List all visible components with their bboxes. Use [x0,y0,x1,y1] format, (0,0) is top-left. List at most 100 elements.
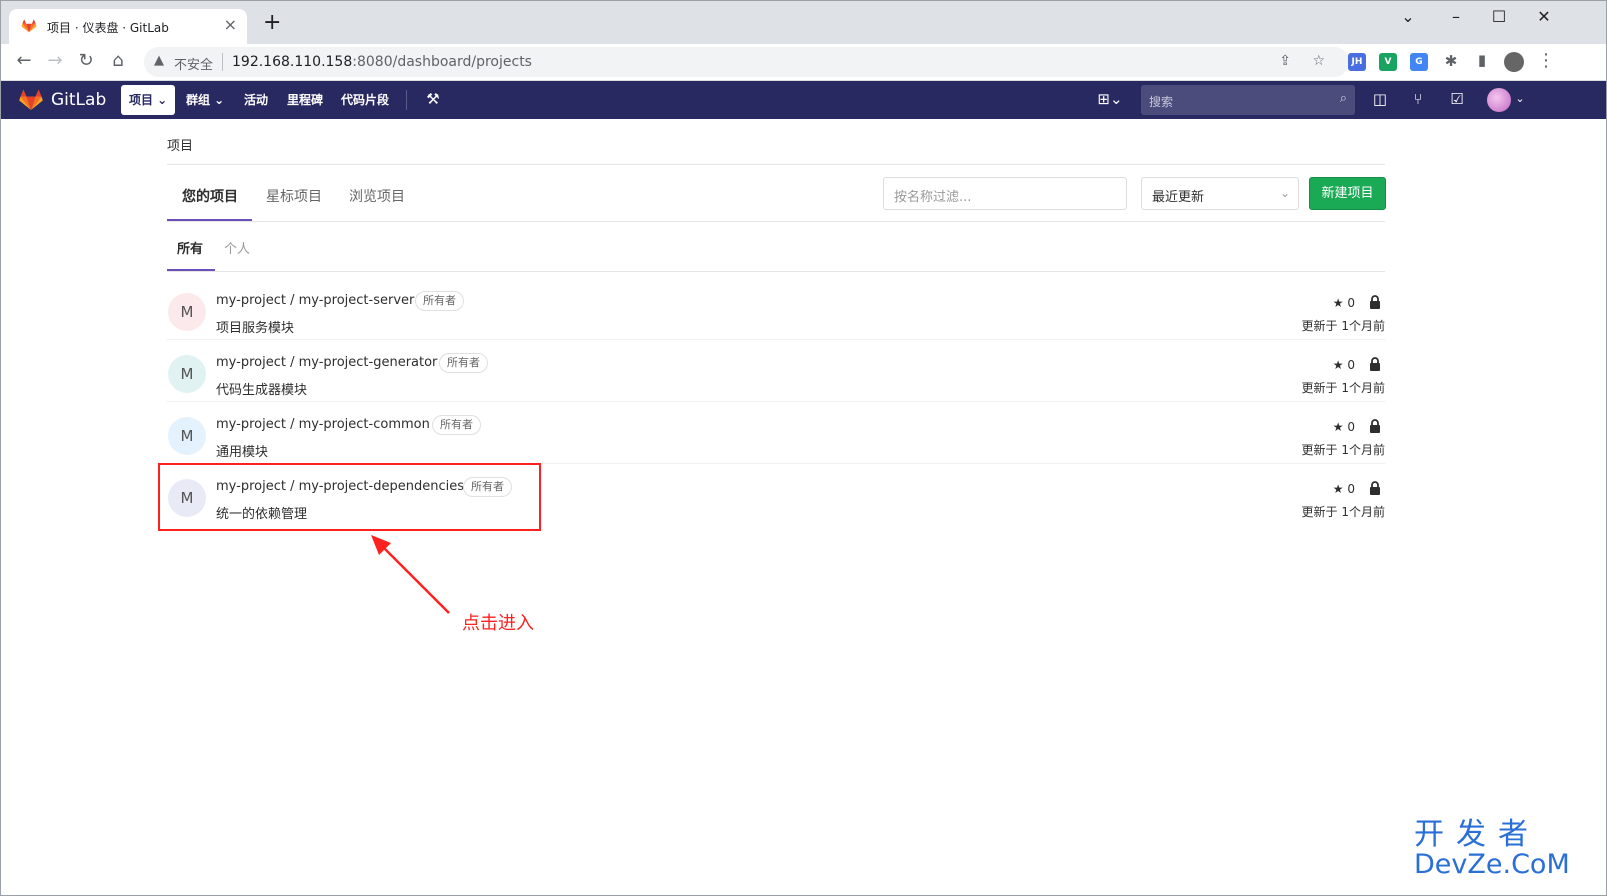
project-row[interactable]: M my-project / my-project-common 所有者 通用模… [167,402,1385,464]
filter-placeholder: 按名称过滤... [894,190,972,205]
star-count-value: 0 [1347,358,1355,372]
browser-toolbar: ← → ↻ ⌂ ▲ 不安全 192.168.110.158:8080/dashb… [1,44,1606,81]
project-name[interactable]: my-project / my-project-server [216,293,414,308]
lock-icon [1370,357,1380,371]
sort-dropdown[interactable]: 最近更新 ⌄ [1141,177,1299,210]
subtab-all[interactable]: 所有 [177,238,203,257]
side-panel-icon[interactable]: ▮ [1469,51,1495,69]
browser-tab[interactable]: 项目 · 仪表盘 · GitLab × [9,9,247,44]
close-window-button[interactable]: ✕ [1529,7,1559,26]
menu-kebab-icon[interactable]: ⋮ [1533,50,1559,71]
new-plus-icon[interactable]: ⊞⌄ [1095,90,1125,108]
nav-snippets[interactable]: 代码片段 [341,81,389,119]
role-badge: 所有者 [415,291,464,311]
star-icon: ★ [1332,482,1344,496]
star-count[interactable]: ★ 0 [1333,482,1355,496]
updated-time: 更新于 1个月前 [1301,443,1385,457]
tab-your-projects[interactable]: 您的项目 [182,186,238,206]
browser-window: 项目 · 仪表盘 · GitLab × + ⌄ – ☐ ✕ ← → ↻ ⌂ ▲ … [0,0,1607,896]
home-icon[interactable]: ⌂ [105,50,131,71]
nav-groups[interactable]: 群组 ⌄ [186,81,224,119]
highlight-box [158,463,541,531]
avatar-chevron-down-icon[interactable]: ⌄ [1510,92,1530,105]
lock-icon [1370,481,1380,495]
url-host: 192.168.110.158 [232,54,353,70]
translate-extension-icon[interactable]: G [1410,53,1428,71]
back-arrow-icon[interactable]: ← [11,50,37,71]
url-path: :8080/dashboard/projects [352,54,532,70]
address-bar[interactable]: ▲ 不安全 192.168.110.158:8080/dashboard/pro… [144,47,1349,77]
watermark-en: DevZe.CoM [1414,849,1570,880]
todos-icon[interactable]: ☑ [1447,90,1467,108]
role-badge: 所有者 [439,353,488,373]
nav-projects[interactable]: 项目 ⌄ [121,85,176,115]
project-row[interactable]: M my-project / my-project-server 所有者 项目服… [167,278,1385,340]
minimize-button[interactable]: – [1441,7,1471,26]
star-count-value: 0 [1347,420,1355,434]
tab-search-icon[interactable]: ⌄ [1393,7,1423,26]
watermark: 开发者 DevZe.CoM [1414,809,1570,880]
project-description: 代码生成器模块 [216,383,308,398]
project-avatar[interactable]: M [168,417,206,455]
subtab-personal[interactable]: 个人 [224,238,250,257]
share-icon[interactable]: ⇪ [1279,53,1291,69]
tabs-divider [167,221,1385,222]
extensions-puzzle-icon[interactable]: ✱ [1438,52,1464,70]
extension-v-icon[interactable]: V [1379,53,1397,71]
bookmark-star-icon[interactable]: ☆ [1312,53,1325,69]
star-count[interactable]: ★ 0 [1333,420,1355,434]
extension-jh-icon[interactable]: JH [1348,53,1366,71]
lock-icon [1370,295,1380,309]
breadcrumb[interactable]: 项目 [167,135,193,154]
new-project-button[interactable]: 新建项目 [1309,177,1386,210]
updated-time: 更新于 1个月前 [1301,381,1385,395]
star-count[interactable]: ★ 0 [1333,358,1355,372]
tab-starred-projects[interactable]: 星标项目 [266,186,322,206]
search-box[interactable]: 搜索 ⌕ [1141,85,1355,115]
warning-icon[interactable]: ▲ [154,53,164,68]
annotation-text: 点击进入 [462,613,534,634]
profile-avatar[interactable] [1504,52,1524,72]
insecure-label[interactable]: 不安全 [174,54,213,73]
project-avatar[interactable]: M [168,355,206,393]
merge-requests-icon[interactable]: ⑂ [1408,90,1428,108]
tab-strip: 项目 · 仪表盘 · GitLab × + ⌄ – ☐ ✕ [1,1,1606,44]
user-avatar[interactable] [1487,88,1511,112]
gitlab-brand[interactable]: GitLab [51,90,106,110]
star-count-value: 0 [1347,296,1355,310]
project-description: 项目服务模块 [216,321,295,336]
search-placeholder: 搜索 [1149,95,1174,109]
updated-time: 更新于 1个月前 [1301,319,1385,333]
close-tab-icon[interactable]: × [224,15,237,34]
project-avatar[interactable]: M [168,293,206,331]
new-tab-button[interactable]: + [263,10,281,35]
sort-selected: 最近更新 [1152,190,1205,205]
tab-title: 项目 · 仪表盘 · GitLab [47,21,169,35]
watermark-cn: 开发者 [1414,817,1540,852]
star-count[interactable]: ★ 0 [1333,296,1355,310]
tab-explore-projects[interactable]: 浏览项目 [349,186,405,206]
url-text[interactable]: 192.168.110.158:8080/dashboard/projects [232,54,532,70]
reload-icon[interactable]: ↻ [73,50,99,71]
forward-arrow-icon[interactable]: → [42,50,68,71]
star-icon: ★ [1332,420,1344,434]
admin-wrench-icon[interactable]: ⚒ [423,90,443,108]
role-badge: 所有者 [432,415,481,435]
maximize-button[interactable]: ☐ [1484,7,1514,26]
issues-icon[interactable]: ◫ [1370,90,1390,108]
address-separator [222,53,223,71]
star-count-value: 0 [1347,482,1355,496]
gitlab-navbar: GitLab 项目 ⌄ 群组 ⌄ 活动 里程碑 代码片段 ⚒ ⊞⌄ 搜索 ⌕ ◫… [1,81,1606,119]
project-description: 通用模块 [216,445,269,460]
nav-activity[interactable]: 活动 [244,81,268,119]
project-name[interactable]: my-project / my-project-generator [216,355,437,370]
gitlab-logo-icon[interactable] [19,89,43,111]
project-name[interactable]: my-project / my-project-common [216,417,430,432]
nav-milestones[interactable]: 里程碑 [287,81,323,119]
annotation-arrow-icon [371,535,450,614]
star-icon: ★ [1332,296,1344,310]
project-row[interactable]: M my-project / my-project-generator 所有者 … [167,340,1385,402]
filter-input[interactable]: 按名称过滤... [883,177,1127,210]
chevron-down-icon: ⌄ [1279,186,1290,200]
search-icon: ⌕ [1339,91,1347,106]
